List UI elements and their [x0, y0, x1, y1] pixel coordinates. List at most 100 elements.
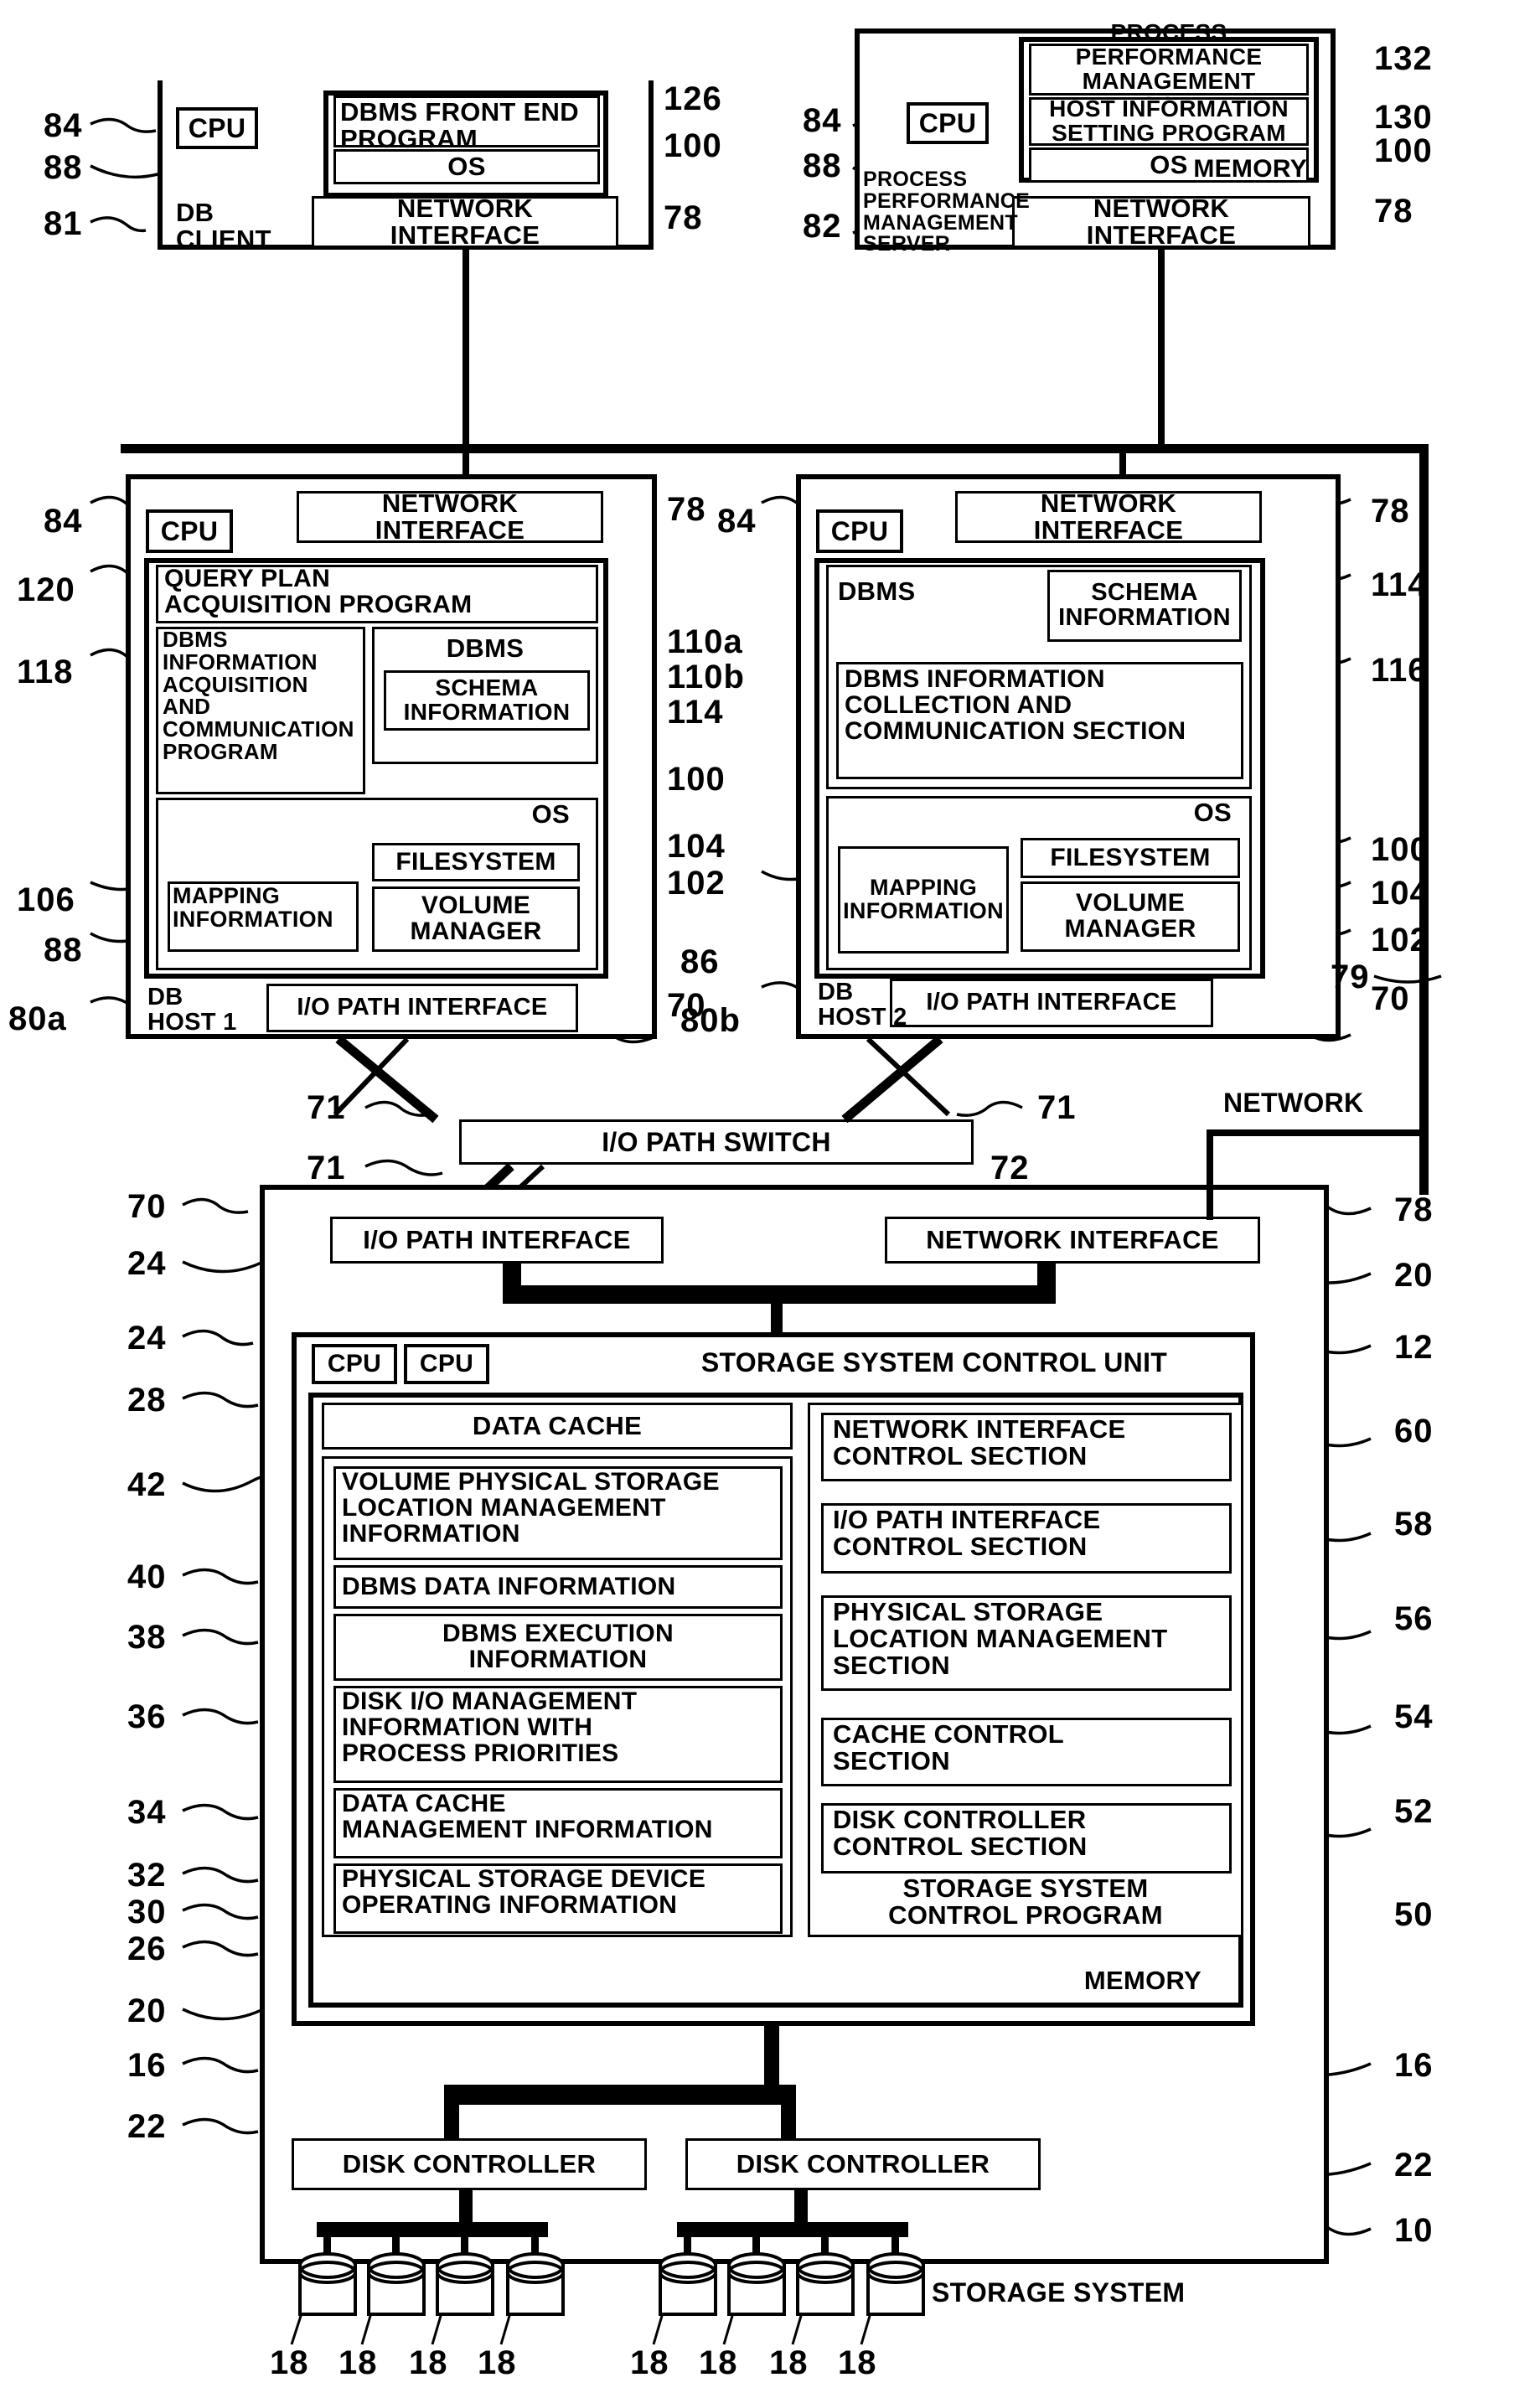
ref-71-path-bottom: 71 [307, 1150, 346, 1186]
db-host1-io-path-interface [266, 984, 578, 1032]
ref-10-storage-system: 10 [1394, 2212, 1434, 2249]
disk-bus-left [317, 2222, 548, 2237]
db-host2-filesystem [1021, 838, 1240, 878]
ref-30-shared-work-area: 30 [127, 1894, 167, 1930]
storage-system-name: STORAGE SYSTEM [932, 2277, 1186, 2308]
db-host1-query-plan-program [156, 565, 598, 623]
network-bus-drop-ppm [1158, 248, 1165, 447]
ref-72-switch: 72 [990, 1150, 1030, 1186]
db-host2-volume-manager [1021, 881, 1240, 952]
storage-top-bus-drop-net [1037, 1264, 1056, 1289]
ref-18-disk-2: 18 [409, 2344, 448, 2381]
ref-78-host2-nic: 78 [1371, 493, 1410, 530]
ref-126-front-end-program: 126 [664, 80, 722, 117]
db-host2-io-path-interface [890, 979, 1213, 1027]
control-section-2 [821, 1595, 1232, 1691]
ref-32-shared-item-5: 32 [127, 1857, 167, 1894]
ref-70-host2-io-path: 70 [1371, 980, 1410, 1017]
ref-84-host2-cpu: 84 [717, 503, 757, 540]
patent-figure: CPU DBMS FRONT END PROGRAM OS NETWORK IN… [0, 0, 1540, 2393]
disk-controller-right [685, 2138, 1041, 2190]
ppm-management-program [1029, 44, 1309, 96]
ref-78-storage-nic: 78 [1394, 1191, 1434, 1228]
ref-18-disk-6: 18 [769, 2344, 809, 2381]
ref-100-host1-os: 100 [667, 761, 726, 798]
db-client-cpu [176, 107, 258, 149]
network-bus-drop-client [463, 248, 469, 447]
io-path-switch [459, 1119, 974, 1165]
network-bus-horizontal [121, 444, 1428, 453]
storage-bottom-bus-drop-right [781, 2101, 796, 2142]
control-section-4 [821, 1803, 1232, 1874]
ref-58-control-section-1: 58 [1394, 1506, 1434, 1543]
ref-18-disk-4: 18 [630, 2344, 669, 2381]
ref-88-db-client-memory: 88 [44, 149, 83, 186]
ref-100-host2-os: 100 [1371, 831, 1429, 868]
shared-item-2 [333, 1614, 783, 1681]
ref-24-storage-cpu: 24 [127, 1320, 167, 1357]
ref-114-host2-schema: 114 [1371, 566, 1428, 603]
ref-71-path-right: 71 [1037, 1089, 1077, 1126]
ref-52-control-section-4: 52 [1394, 1793, 1434, 1830]
shared-item-5 [333, 1863, 783, 1934]
db-host2-collection-section [836, 662, 1243, 779]
disk-stem-4 [684, 2235, 691, 2264]
ref-84-db-client-cpu: 84 [44, 107, 83, 144]
shared-item-1 [333, 1565, 783, 1609]
ref-104-host1-filesystem: 104 [667, 828, 726, 865]
ref-81-db-client: 81 [44, 205, 83, 242]
disk-bus-left-drop [459, 2190, 473, 2224]
ref-50-control-program: 50 [1394, 1896, 1434, 1933]
network-horizontal-to-storage [1207, 1129, 1423, 1136]
db-host1-network-interface [297, 491, 603, 543]
db-host2-cpu [816, 509, 903, 553]
ref-116-collection-section: 116 [1371, 652, 1428, 689]
ref-114-host1-schema: 114 [667, 694, 724, 731]
ref-102-host2-volume-manager: 102 [1371, 922, 1429, 959]
disk-stem-1 [392, 2235, 400, 2264]
ref-100-db-client-os: 100 [664, 127, 722, 164]
ref-118-dbms-info-program: 118 [17, 654, 74, 690]
db-client-os [333, 149, 600, 184]
disk-stem-5 [752, 2235, 760, 2264]
control-section-1 [821, 1503, 1232, 1574]
ref-88-host1-memory: 88 [44, 932, 83, 969]
ref-71-path-left: 71 [307, 1089, 346, 1126]
ref-24-storage-cpu-outer: 24 [127, 1245, 167, 1282]
control-section-3 [821, 1718, 1232, 1786]
ref-78-host1-nic: 78 [667, 491, 706, 528]
network-drop-to-storage-nic [1207, 1129, 1213, 1220]
db-host1-volume-manager [372, 886, 580, 952]
ref-120-query-plan: 120 [17, 571, 75, 608]
storage-bottom-bus-drop-left [444, 2101, 459, 2142]
shared-item-4 [333, 1788, 783, 1858]
ref-54-control-section-3: 54 [1394, 1698, 1434, 1735]
ref-104-host2-filesystem: 104 [1371, 875, 1429, 912]
storage-cpu-2 [404, 1344, 489, 1384]
ref-22-disk-bus-left: 22 [127, 2108, 167, 2145]
db-host2-network-interface [955, 491, 1262, 543]
ref-18-disk-3: 18 [478, 2344, 517, 2381]
disk-stem-0 [323, 2235, 331, 2264]
db-host1-mapping-information [168, 881, 359, 952]
ref-100-ppm-os: 100 [1374, 132, 1433, 169]
db-client-front-end-program [333, 96, 600, 147]
ref-20-storage-top-bus: 20 [1394, 1257, 1434, 1294]
ref-130-host-info-setting-program: 130 [1374, 99, 1433, 136]
ppm-server-os [1029, 147, 1309, 183]
ref-84-host1-cpu: 84 [44, 503, 83, 540]
ref-28-data-cache: 28 [127, 1382, 167, 1419]
ref-22-disk-bus-right: 22 [1394, 2147, 1434, 2184]
disk-bus-right [677, 2222, 908, 2237]
ppm-server-cpu [907, 102, 989, 144]
disk-bus-right-drop [794, 2190, 808, 2224]
ref-18-disk-1: 18 [338, 2344, 378, 2381]
ref-56-control-section-2: 56 [1394, 1600, 1434, 1637]
ref-78-ppm-nic: 78 [1374, 193, 1413, 230]
ref-38-shared-item-2: 38 [127, 1619, 167, 1656]
ppm-server-network-interface [1012, 196, 1310, 248]
db-host1-schema-information [384, 670, 590, 731]
ppm-host-info-setting-program [1029, 97, 1309, 146]
ref-102-host1-volume-manager: 102 [667, 865, 726, 902]
ref-42-shared-item-0: 42 [127, 1466, 167, 1503]
